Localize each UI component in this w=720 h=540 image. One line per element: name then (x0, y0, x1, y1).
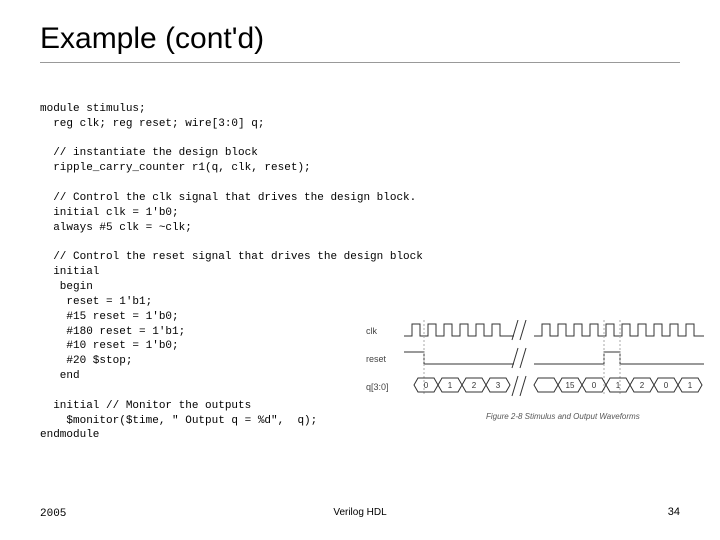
svg-text:2: 2 (640, 381, 645, 390)
code-line: initial (40, 266, 99, 278)
footer-year: 2005 (40, 508, 66, 520)
code-line: #20 $stop; (40, 355, 132, 367)
svg-text:1: 1 (616, 381, 621, 390)
code-line: initial // Monitor the outputs (40, 400, 251, 412)
code-line: ripple_carry_counter r1(q, clk, reset); (40, 162, 311, 174)
code-line: // instantiate the design block (40, 147, 258, 159)
svg-text:15: 15 (566, 381, 575, 390)
code-line: always #5 clk = ~clk; (40, 222, 192, 234)
slide-title: Example (cont'd) (40, 22, 680, 56)
svg-text:2: 2 (472, 381, 477, 390)
code-line: #10 reset = 1'b0; (40, 340, 179, 352)
code-line: $monitor($time, " Output q = %d", q); (40, 415, 317, 427)
footer-page-number: 34 (668, 506, 680, 518)
svg-text:3: 3 (496, 381, 501, 390)
svg-text:1: 1 (688, 381, 693, 390)
code-line: #15 reset = 1'b0; (40, 311, 179, 323)
waveform-figure: clk reset q[3:0] 01231501201 Figure 2-8 (366, 320, 706, 430)
svg-text:0: 0 (424, 381, 429, 390)
svg-text:0: 0 (664, 381, 669, 390)
slide-container: Example (cont'd) module stimulus; reg cl… (0, 0, 720, 540)
waveform-label-clk: clk (366, 326, 377, 336)
code-line: initial clk = 1'b0; (40, 207, 179, 219)
waveform-svg: 0 1 2 3 15 0 1 2 0 1 (404, 320, 704, 410)
svg-text:1: 1 (448, 381, 453, 390)
svg-text:0: 0 (592, 381, 597, 390)
code-line: end (40, 370, 80, 382)
code-line: reset = 1'b1; (40, 296, 152, 308)
code-line: begin (40, 281, 93, 293)
footer-center: Verilog HDL (333, 507, 386, 518)
code-line: #180 reset = 1'b1; (40, 326, 185, 338)
title-underline (40, 62, 680, 63)
code-line: // Control the reset signal that drives … (40, 251, 423, 263)
code-line: // Control the clk signal that drives th… (40, 192, 416, 204)
code-line: reg clk; reg reset; wire[3:0] q; (40, 118, 264, 130)
code-line: endmodule (40, 429, 99, 441)
waveform-caption: Figure 2-8 Stimulus and Output Waveforms (486, 412, 640, 421)
waveform-label-q: q[3:0] (366, 382, 389, 392)
waveform-label-reset: reset (366, 354, 386, 364)
code-line: module stimulus; (40, 103, 146, 115)
